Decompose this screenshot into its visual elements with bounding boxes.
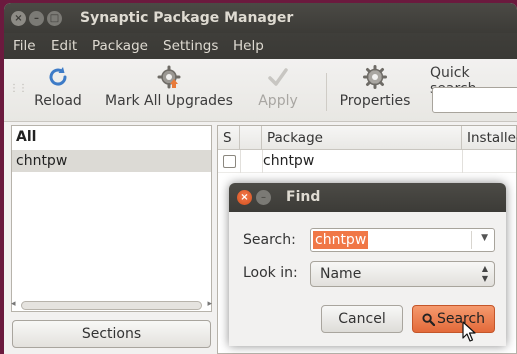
menu-package[interactable]: Package (92, 38, 148, 54)
properties-button[interactable]: Properties (337, 65, 413, 109)
menu-file[interactable]: File (13, 38, 36, 54)
search-icon (422, 312, 435, 326)
filter-item[interactable]: chntpw (12, 150, 211, 172)
scrollbar-thumb[interactable] (21, 301, 202, 310)
search-field-label: Search: (243, 232, 296, 248)
mouse-pointer-icon (462, 321, 476, 342)
properties-label: Properties (339, 93, 411, 109)
package-list-header: S Package Installed (218, 126, 517, 150)
package-name: chntpw (263, 153, 315, 169)
find-dialog-title: Find (286, 189, 321, 205)
mark-all-upgrades-label: Mark All Upgrades (105, 93, 233, 109)
window-title: Synaptic Package Manager (80, 10, 294, 26)
apply-button[interactable]: Apply (255, 65, 301, 109)
sections-button[interactable]: Sections (12, 320, 211, 348)
toolbar: ⋮⋮ Reload Mark All Upgrades Apply Proper… (4, 59, 517, 122)
look-in-value: Name (320, 266, 362, 282)
window-maximize-button[interactable]: □ (47, 11, 62, 26)
title-bar: × – □ Synaptic Package Manager (4, 3, 517, 33)
column-divider (262, 150, 263, 173)
column-status[interactable]: S (218, 126, 240, 150)
window-minimize-button[interactable]: – (29, 11, 44, 26)
column-package[interactable]: Package (262, 126, 462, 150)
gear-icon (363, 65, 387, 89)
scroll-left-arrow-icon[interactable]: ◂ (11, 299, 16, 309)
search-input[interactable]: chntpw (313, 231, 369, 249)
quick-search-input[interactable] (432, 87, 517, 113)
search-combobox[interactable]: chntpw ▼ (310, 228, 495, 252)
reload-label: Reload (34, 93, 82, 109)
apply-label: Apply (258, 93, 298, 109)
menu-edit[interactable]: Edit (51, 38, 77, 54)
column-installed[interactable]: Installed (462, 126, 517, 150)
look-in-label: Look in: (243, 265, 298, 281)
scroll-right-arrow-icon[interactable]: ▸ (207, 299, 212, 309)
reload-icon (49, 67, 67, 86)
filter-header-all[interactable]: All (12, 126, 211, 149)
column-divider (462, 150, 463, 173)
column-divider (240, 150, 241, 173)
column-support[interactable] (240, 126, 262, 150)
gear-upgrade-icon (157, 65, 181, 89)
dialog-minimize-icon[interactable]: – (256, 190, 271, 205)
menu-settings[interactable]: Settings (163, 38, 218, 54)
package-status-checkbox[interactable] (223, 155, 236, 168)
checkmark-icon (268, 68, 288, 86)
chevron-down-icon[interactable]: ▼ (481, 233, 488, 243)
reload-button[interactable]: Reload (30, 65, 86, 109)
spin-arrows-icon: ▲ ▼ (481, 264, 488, 283)
filter-horizontal-scrollbar[interactable]: ◂ ▸ (11, 299, 212, 312)
mark-all-upgrades-button[interactable]: Mark All Upgrades (102, 65, 236, 109)
cancel-button[interactable]: Cancel (321, 305, 403, 333)
menu-help[interactable]: Help (233, 38, 264, 54)
filter-list: All chntpw (11, 125, 212, 312)
toolbar-grip[interactable]: ⋮⋮ (9, 83, 28, 94)
find-dialog-title-bar: × – Find (229, 183, 506, 212)
look-in-select[interactable]: Name ▲ ▼ (310, 261, 495, 287)
search-button-label: Search (436, 311, 486, 327)
dialog-close-icon[interactable]: × (237, 190, 252, 205)
search-button[interactable]: Search (412, 305, 495, 333)
toolbar-separator (326, 73, 327, 111)
window-close-button[interactable]: × (11, 11, 26, 26)
combo-divider (471, 231, 472, 249)
menu-bar: File Edit Package Settings Help (4, 33, 517, 59)
